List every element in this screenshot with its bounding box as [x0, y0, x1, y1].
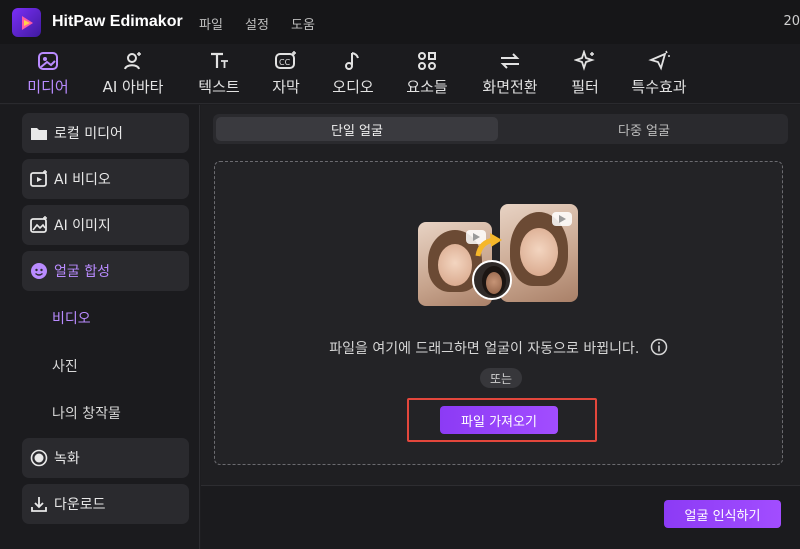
target-face-avatar: [472, 260, 512, 300]
ai-video-icon: [30, 170, 48, 188]
tab-elements[interactable]: 요소들: [401, 48, 453, 100]
media-icon: [37, 48, 59, 74]
tab-media[interactable]: 미디어: [22, 48, 74, 100]
tab-multi-face[interactable]: 다중 얼굴: [503, 117, 785, 141]
drop-instructions: 파일을 여기에 드래그하면 얼굴이 자동으로 바뀝니다.: [215, 338, 782, 360]
face-mode-tabs: 단일 얼굴 다중 얼굴: [213, 114, 788, 144]
sidebar-item-local-media[interactable]: 로컬 미디어: [22, 113, 189, 153]
face-swap-illustration: [418, 202, 582, 314]
tab-single-face[interactable]: 단일 얼굴: [216, 117, 498, 141]
title-corner-text: 20: [783, 14, 800, 29]
play-icon: [552, 212, 572, 226]
effects-icon: [648, 48, 670, 74]
main-panel: 단일 얼굴 다중 얼굴 파일을 여기에 드래그하면 얼굴이 자동으로 바뀝니다.…: [201, 105, 800, 549]
svg-text:CC: CC: [279, 58, 291, 67]
result-photo: [500, 204, 578, 302]
filter-icon: [574, 48, 596, 74]
menu-help[interactable]: 도움: [291, 14, 315, 33]
download-icon: [30, 495, 48, 513]
info-icon[interactable]: [650, 338, 668, 360]
tab-text[interactable]: 텍스트: [193, 48, 245, 100]
tab-label: 화면전환: [482, 78, 538, 96]
tab-label: AI 아바타: [102, 78, 164, 96]
tab-filter[interactable]: 필터: [567, 48, 603, 100]
tab-label: 미디어: [27, 78, 69, 96]
title-bar: HitPaw Edimakor 파일 설정 도움 20: [0, 0, 800, 44]
sidebar-subitem-video[interactable]: 비디오: [52, 308, 91, 328]
tab-label: 자막: [272, 78, 300, 96]
tab-label: 오디오: [332, 78, 374, 96]
app-title: HitPaw Edimakor: [52, 13, 183, 30]
menu-file[interactable]: 파일: [199, 14, 223, 33]
or-divider: 또는: [480, 368, 522, 388]
tab-label: 필터: [571, 78, 599, 96]
avatar-icon: [122, 48, 144, 74]
transition-icon: [498, 48, 522, 74]
sidebar-item-ai-image[interactable]: AI 이미지: [22, 205, 189, 245]
sidebar-item-ai-video[interactable]: AI 비디오: [22, 159, 189, 199]
sidebar-item-label: 녹화: [54, 451, 80, 467]
tab-transition[interactable]: 화면전환: [476, 48, 544, 100]
sidebar-subitem-my-creations[interactable]: 나의 창작물: [52, 403, 121, 423]
record-icon: [30, 449, 48, 467]
caption-icon: CC: [274, 48, 298, 74]
sidebar: 로컬 미디어 AI 비디오 AI 이미지 얼굴 합성 비디오 사진 나의 창작물…: [0, 105, 200, 549]
action-bar: 얼굴 인식하기: [201, 485, 800, 549]
folder-icon: [30, 124, 48, 142]
sidebar-item-label: 로컬 미디어: [54, 126, 123, 142]
tab-effects[interactable]: 특수효과: [624, 48, 694, 100]
menu-settings[interactable]: 설정: [245, 14, 269, 33]
main-toolbar: 미디어 AI 아바타 텍스트 CC 자막 오디오 요소들 화면전환 필터 특수효…: [0, 44, 800, 104]
text-icon: [208, 48, 230, 74]
sidebar-subitem-photo[interactable]: 사진: [52, 356, 78, 376]
sidebar-item-record[interactable]: 녹화: [22, 438, 189, 478]
import-file-button[interactable]: 파일 가져오기: [440, 406, 558, 434]
sidebar-item-label: AI 비디오: [54, 172, 111, 188]
tab-label: 특수효과: [631, 78, 687, 96]
sidebar-item-label: AI 이미지: [54, 218, 111, 234]
elements-icon: [416, 48, 438, 74]
detect-face-button[interactable]: 얼굴 인식하기: [664, 500, 781, 528]
sidebar-item-label: 얼굴 합성: [54, 264, 110, 280]
face-swap-icon: [30, 262, 48, 280]
tab-audio[interactable]: 오디오: [327, 48, 379, 100]
tab-label: 텍스트: [198, 78, 240, 96]
tab-caption[interactable]: CC 자막: [266, 48, 306, 100]
file-drop-zone[interactable]: 파일을 여기에 드래그하면 얼굴이 자동으로 바뀝니다. 또는 파일 가져오기: [214, 161, 783, 465]
sidebar-item-face-swap[interactable]: 얼굴 합성: [22, 251, 189, 291]
ai-image-icon: [30, 216, 48, 234]
sidebar-item-download[interactable]: 다운로드: [22, 484, 189, 524]
app-logo: [12, 8, 41, 37]
tab-label: 요소들: [406, 78, 448, 96]
swap-arrow-icon: [475, 233, 502, 257]
tab-ai-avatar[interactable]: AI 아바타: [96, 48, 170, 100]
audio-icon: [342, 48, 364, 74]
sidebar-item-label: 다운로드: [54, 497, 106, 513]
